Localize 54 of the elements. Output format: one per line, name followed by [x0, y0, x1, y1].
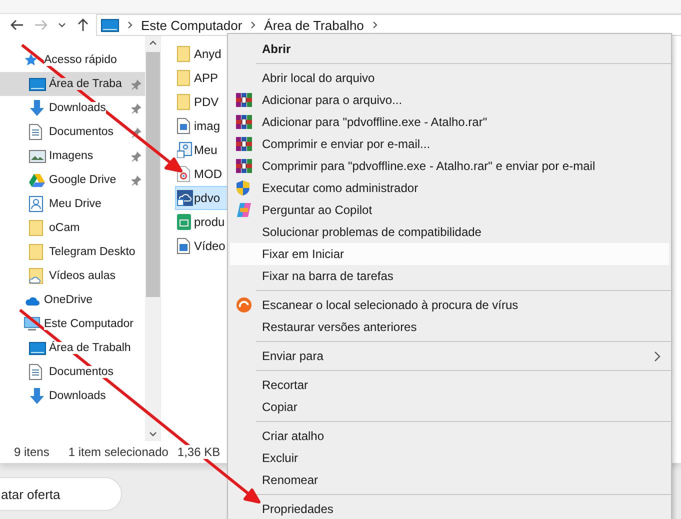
item-count: 9 itens	[14, 445, 50, 459]
scan-logo-icon	[236, 297, 252, 313]
spreadsheet-icon	[177, 214, 191, 230]
folder-icon	[29, 220, 43, 236]
document-icon	[29, 124, 42, 140]
selection-size: 1,36 KB	[177, 445, 220, 459]
document-icon	[29, 364, 42, 380]
monitor-icon	[29, 78, 46, 90]
pin-icon[interactable]	[131, 103, 142, 114]
pin-icon[interactable]	[131, 151, 142, 162]
scrollbar[interactable]	[145, 36, 160, 441]
breadcrumb[interactable]: Área de Trabalho	[264, 18, 364, 32]
monitor-icon	[101, 18, 119, 32]
download-arrow-icon	[29, 388, 45, 404]
video-file-icon	[177, 238, 190, 254]
user-document-icon	[29, 196, 43, 212]
image-file-icon	[177, 118, 190, 134]
back-arrow-icon	[10, 19, 24, 31]
submenu-chevron-icon	[654, 351, 661, 362]
folder-icon	[29, 268, 43, 284]
scroll-down-icon	[148, 431, 156, 437]
archive-books-icon	[236, 92, 252, 108]
forward-arrow-icon	[34, 19, 48, 31]
archive-books-icon	[236, 114, 252, 130]
chevron-right-icon	[250, 21, 256, 29]
folder-icon	[29, 244, 43, 260]
pin-icon[interactable]	[131, 79, 142, 90]
cloud-shortcut-icon	[177, 190, 193, 206]
navigation-item[interactable]: Área de Traba	[0, 72, 145, 96]
swirl-logo-icon	[236, 202, 252, 218]
pin-icon[interactable]	[131, 175, 142, 186]
folder-icon	[177, 46, 190, 62]
monitor-icon	[29, 342, 46, 354]
archive-books-icon	[236, 158, 252, 174]
folder-icon	[177, 94, 190, 110]
scroll-up-icon	[148, 40, 156, 46]
menu-item[interactable]: Fixar em Iniciar	[230, 243, 669, 265]
offer-button[interactable]: atar oferta	[0, 477, 122, 511]
archive-books-icon	[236, 136, 252, 152]
folder-icon	[177, 70, 190, 86]
cloud-icon	[24, 294, 40, 306]
selection-info: 1 item selecionado	[68, 445, 168, 459]
user-shortcut-icon	[177, 142, 192, 158]
chevron-right-icon	[372, 21, 378, 29]
download-arrow-icon	[29, 100, 45, 116]
triangle-logo-icon	[29, 173, 45, 187]
chevron-right-icon	[127, 21, 133, 29]
breadcrumb[interactable]: Este Computador	[141, 18, 242, 32]
image-icon	[29, 150, 46, 162]
shield-icon	[236, 180, 250, 196]
file-item[interactable]: pdvo	[175, 186, 229, 210]
star-icon	[24, 53, 38, 67]
up-arrow-icon	[77, 18, 89, 32]
chevron-down-icon	[58, 22, 66, 28]
